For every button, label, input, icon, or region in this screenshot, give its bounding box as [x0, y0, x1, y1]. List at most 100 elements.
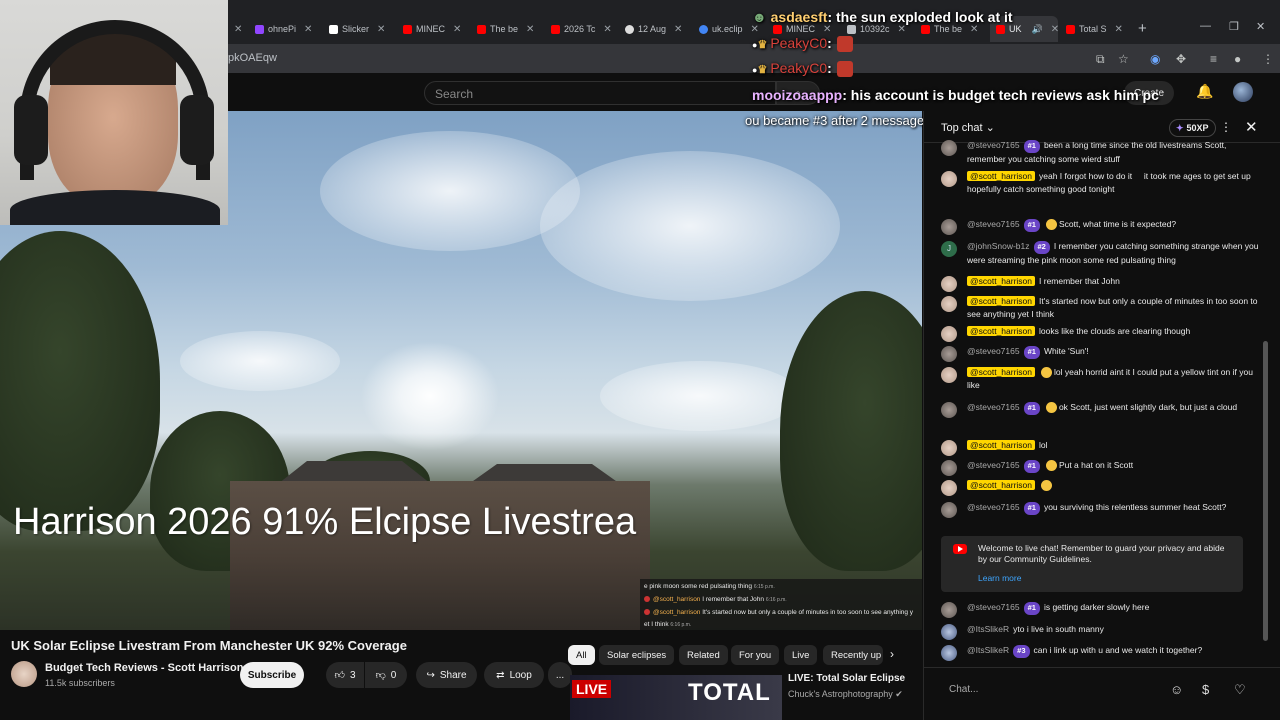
- media-icon[interactable]: ≡: [1210, 52, 1217, 66]
- chat-author[interactable]: @scott_harrison: [967, 326, 1036, 336]
- close-icon[interactable]: ✕: [823, 24, 831, 35]
- heart-icon[interactable]: ♡: [1234, 682, 1246, 698]
- author-avatar[interactable]: [941, 171, 957, 187]
- author-avatar[interactable]: [941, 440, 957, 456]
- chip-solar-eclipses[interactable]: Solar eclipses: [599, 645, 675, 665]
- author-avatar[interactable]: [941, 296, 957, 312]
- chip-recently-uploaded[interactable]: Recently up: [823, 645, 883, 665]
- search-input[interactable]: Search: [424, 81, 776, 105]
- chip-for-you[interactable]: For you: [731, 645, 780, 665]
- maximize-icon[interactable]: ❐: [1229, 20, 1239, 33]
- chat-author[interactable]: @scott_harrison: [967, 296, 1036, 306]
- url-text[interactable]: pkOAEqw: [228, 52, 277, 64]
- chat-author[interactable]: @steveo7165: [967, 460, 1020, 470]
- recommended-channel[interactable]: Chuck's Astrophotography ✔: [788, 689, 903, 700]
- close-icon[interactable]: ✕: [1115, 24, 1123, 35]
- browser-tab[interactable]: ohnePi ✕: [255, 16, 317, 42]
- chat-author[interactable]: @ItsSlikeR: [967, 645, 1009, 655]
- browser-tab[interactable]: 12 Aug ✕: [625, 16, 687, 42]
- author-avatar[interactable]: [941, 502, 957, 518]
- author-avatar[interactable]: [941, 624, 957, 640]
- account-avatar[interactable]: [1233, 82, 1253, 102]
- profile-icon[interactable]: ●: [1234, 52, 1241, 66]
- more-actions-button[interactable]: ...: [548, 662, 572, 688]
- dislike-button[interactable]: 👎︎ 0: [365, 662, 407, 688]
- close-icon[interactable]: ✕: [898, 24, 906, 35]
- like-button[interactable]: 👍︎ 3: [326, 662, 364, 688]
- puzzle-icon[interactable]: ✥: [1176, 52, 1186, 66]
- author-avatar[interactable]: [941, 602, 957, 618]
- chevron-right-icon[interactable]: ›: [890, 647, 894, 661]
- browser-tab[interactable]: Slicker ✕: [329, 16, 391, 42]
- menu-icon[interactable]: ⋮: [1262, 52, 1274, 66]
- chat-author[interactable]: @steveo7165: [967, 502, 1020, 512]
- author-avatar[interactable]: [941, 480, 957, 496]
- browser-tab[interactable]: 2026 Tc ✕: [551, 16, 613, 42]
- author-avatar[interactable]: [941, 326, 957, 342]
- chat-author[interactable]: @steveo7165: [967, 140, 1020, 150]
- close-icon[interactable]: ✕: [453, 24, 461, 35]
- chat-author[interactable]: @scott_harrison: [967, 480, 1036, 490]
- chat-author[interactable]: @scott_harrison: [967, 276, 1036, 286]
- close-icon[interactable]: ✕: [1051, 24, 1058, 35]
- browser-tab[interactable]: ✕: [230, 16, 244, 42]
- close-icon[interactable]: ✕: [603, 24, 611, 35]
- close-icon[interactable]: ✕: [674, 24, 682, 35]
- browser-tab[interactable]: The be ✕: [477, 16, 539, 42]
- install-icon[interactable]: ⧉: [1096, 52, 1105, 67]
- window-close-icon[interactable]: ✕: [1256, 20, 1265, 33]
- speaker-icon[interactable]: 🔊: [1032, 24, 1043, 35]
- close-icon[interactable]: ✕: [234, 24, 242, 35]
- browser-tab[interactable]: Total S ✕: [1066, 16, 1130, 42]
- author-avatar[interactable]: J: [941, 241, 957, 257]
- chat-input[interactable]: Chat...: [941, 678, 1171, 702]
- close-icon[interactable]: ✕: [970, 24, 978, 35]
- chat-author[interactable]: @scott_harrison: [967, 440, 1036, 450]
- author-avatar[interactable]: [941, 645, 957, 661]
- mini-chat-text: I remember that John: [702, 595, 765, 603]
- channel-name[interactable]: Budget Tech Reviews - Scott Harrison: [45, 662, 243, 674]
- chat-scrollbar[interactable]: [1263, 341, 1268, 641]
- extension-icon[interactable]: ◉: [1150, 52, 1160, 66]
- chat-author[interactable]: @scott_harrison: [967, 171, 1036, 181]
- emoji-icon[interactable]: ☺: [1170, 682, 1183, 697]
- recommended-title[interactable]: LIVE: Total Solar Eclipse: [788, 673, 905, 684]
- close-icon[interactable]: ✕: [526, 24, 534, 35]
- channel-avatar[interactable]: [11, 661, 37, 687]
- subscribe-button[interactable]: Subscribe: [240, 662, 304, 688]
- loop-button[interactable]: ⇄ Loop: [484, 662, 544, 688]
- close-icon[interactable]: ✕: [377, 24, 385, 35]
- xp-badge[interactable]: ✦ 50XP: [1169, 119, 1216, 137]
- chat-author[interactable]: @steveo7165: [967, 219, 1020, 229]
- author-avatar[interactable]: [941, 276, 957, 292]
- chip-related[interactable]: Related: [679, 645, 728, 665]
- browser-tab[interactable]: MINEC ✕: [403, 16, 465, 42]
- close-chat-icon[interactable]: ✕: [1245, 118, 1258, 136]
- recommended-thumbnail[interactable]: LIVE TOTAL: [570, 675, 782, 720]
- close-icon[interactable]: ✕: [751, 24, 759, 35]
- chat-mode-dropdown[interactable]: Top chat ⌄: [941, 121, 995, 134]
- learn-more-link[interactable]: Learn more: [978, 573, 1233, 584]
- super-chat-icon[interactable]: $: [1202, 682, 1209, 697]
- chip-live[interactable]: Live: [784, 645, 818, 665]
- chat-author[interactable]: @steveo7165: [967, 346, 1020, 356]
- minimize-icon[interactable]: —: [1200, 20, 1211, 32]
- share-button[interactable]: ↪ Share: [416, 662, 477, 688]
- author-avatar[interactable]: [941, 402, 957, 418]
- chat-author[interactable]: @steveo7165: [967, 402, 1020, 412]
- chat-author[interactable]: @johnSnow-b1z: [967, 241, 1030, 251]
- close-icon[interactable]: ✕: [304, 24, 312, 35]
- author-avatar[interactable]: [941, 346, 957, 362]
- chip-all[interactable]: All: [568, 645, 595, 665]
- author-avatar[interactable]: [941, 367, 957, 383]
- bell-icon[interactable]: 🔔: [1196, 83, 1213, 100]
- author-avatar[interactable]: [941, 219, 957, 235]
- chat-author[interactable]: @steveo7165: [967, 602, 1020, 612]
- author-avatar[interactable]: [941, 140, 957, 156]
- author-avatar[interactable]: [941, 460, 957, 476]
- bookmark-star-icon[interactable]: ☆: [1118, 52, 1129, 66]
- chat-author[interactable]: @scott_harrison: [967, 367, 1036, 377]
- more-vert-icon[interactable]: ⋮: [1220, 120, 1232, 134]
- chat-author[interactable]: @ItsSlikeR: [967, 624, 1009, 634]
- new-tab-icon[interactable]: +: [1138, 20, 1147, 37]
